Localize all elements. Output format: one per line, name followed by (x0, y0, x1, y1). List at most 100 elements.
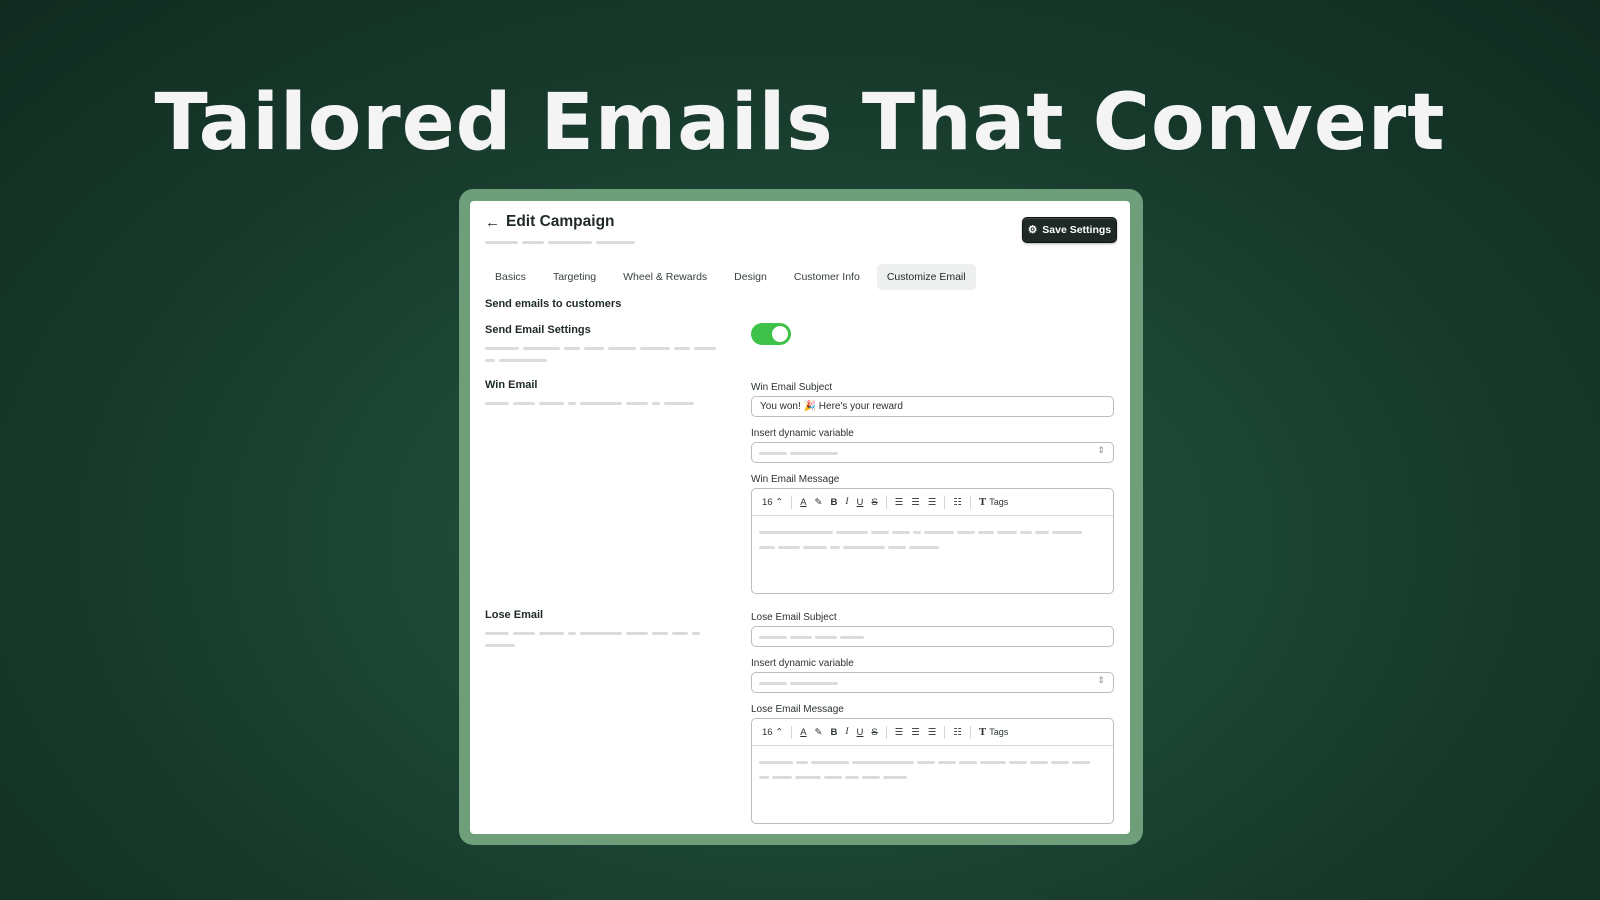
win-variable-select[interactable]: ⇕ (751, 442, 1114, 463)
placeholder-line (795, 776, 821, 779)
lose-email-heading: Lose Email (485, 609, 544, 621)
lose-message-label: Lose Email Message (751, 704, 844, 715)
bold-icon[interactable]: B (827, 727, 842, 738)
italic-icon[interactable]: I (841, 497, 852, 507)
chevron-updown-icon: ⇕ (1097, 675, 1105, 685)
placeholder-line (815, 636, 837, 639)
placeholder-line (548, 241, 592, 244)
align-left-icon[interactable]: ☰ (891, 727, 908, 738)
strikethrough-icon[interactable]: S (867, 727, 881, 738)
placeholder-line (568, 632, 576, 635)
align-right-icon[interactable]: ☰ (924, 727, 941, 738)
tab-targeting[interactable]: Targeting (543, 264, 606, 290)
placeholder-line (909, 546, 939, 549)
placeholder-line (485, 644, 515, 647)
placeholder-line (580, 632, 622, 635)
chevron-updown-icon: ⇕ (1097, 445, 1105, 455)
italic-icon[interactable]: I (841, 727, 852, 737)
win-message-label: Win Email Message (751, 474, 840, 485)
align-left-icon[interactable]: ☰ (891, 497, 908, 508)
placeholder-line (843, 546, 885, 549)
placeholder-line (790, 636, 812, 639)
placeholder-line (840, 636, 864, 639)
placeholder-line (580, 402, 622, 405)
font-size-select[interactable]: 16 ⌃ (758, 497, 787, 508)
placeholder-line (1020, 531, 1032, 534)
font-size-select[interactable]: 16 ⌃ (758, 727, 787, 738)
placeholder-line (790, 452, 838, 455)
placeholder-line (485, 241, 518, 244)
text-color-icon[interactable]: A (796, 727, 810, 738)
gear-icon: ⚙ (1027, 224, 1038, 236)
toggle-knob (772, 326, 788, 342)
placeholder-line (997, 531, 1017, 534)
bold-icon[interactable]: B (827, 497, 842, 508)
send-email-toggle[interactable] (751, 323, 791, 345)
header-row: ← Edit Campaign (485, 213, 615, 231)
placeholder-line (938, 761, 956, 764)
bullet-list-icon[interactable]: ☷ (949, 727, 966, 738)
align-center-icon[interactable]: ☰ (907, 727, 924, 738)
underline-icon[interactable]: U (853, 727, 868, 738)
placeholder-line (564, 347, 580, 350)
lose-subject-input[interactable] (751, 626, 1114, 647)
align-center-icon[interactable]: ☰ (907, 497, 924, 508)
lose-message-editor[interactable]: 16 ⌃ A ✎ B I U S ☰ ☰ ☰ ☷ T Tags (751, 718, 1114, 824)
text-type-icon: T (978, 726, 987, 738)
placeholder-line (513, 402, 535, 405)
placeholder-line (759, 682, 787, 685)
lose-variable-label: Insert dynamic variable (751, 658, 854, 669)
highlight-icon[interactable]: ✎ (811, 497, 827, 508)
arrow-left-icon[interactable]: ← (485, 214, 500, 231)
lose-variable-select[interactable]: ⇕ (751, 672, 1114, 693)
toolbar-divider (791, 725, 793, 739)
placeholder-line (539, 632, 564, 635)
placeholder-line (539, 402, 564, 405)
hero-title: Tailored Emails That Convert (154, 78, 1446, 168)
placeholder-line (1072, 761, 1090, 764)
placeholder-line (759, 531, 833, 534)
tags-button[interactable]: T Tags (975, 496, 1012, 508)
highlight-icon[interactable]: ✎ (811, 727, 827, 738)
placeholder-line (652, 402, 660, 405)
bullet-list-icon[interactable]: ☷ (949, 497, 966, 508)
underline-icon[interactable]: U (853, 497, 868, 508)
placeholder-line (485, 347, 519, 350)
tab-basics[interactable]: Basics (485, 264, 536, 290)
font-size-value: 16 (762, 726, 773, 738)
placeholder-line (692, 632, 700, 635)
lose-subject-label: Lose Email Subject (751, 612, 837, 623)
placeholder-line (862, 776, 880, 779)
placeholder-line (513, 632, 535, 635)
placeholder-line (913, 531, 921, 534)
strikethrough-icon[interactable]: S (867, 497, 881, 508)
stepper-icon: ⌃ (775, 496, 784, 508)
placeholder-line (759, 636, 787, 639)
align-right-icon[interactable]: ☰ (924, 497, 941, 508)
placeholder-line (485, 402, 509, 405)
save-settings-button[interactable]: ⚙ Save Settings (1022, 217, 1117, 243)
tags-button[interactable]: T Tags (975, 726, 1012, 738)
tags-label: Tags (989, 497, 1009, 507)
tab-bar: Basics Targeting Wheel & Rewards Design … (485, 264, 983, 290)
tab-design[interactable]: Design (724, 264, 777, 290)
placeholder-line (796, 761, 808, 764)
placeholder-line (790, 682, 838, 685)
send-email-settings-label: Send Email Settings (485, 324, 591, 336)
placeholder-line (759, 776, 769, 779)
win-subject-input[interactable]: You won! 🎉 Here's your reward (751, 396, 1114, 417)
placeholder-line (924, 531, 954, 534)
text-color-icon[interactable]: A (796, 497, 810, 508)
toolbar-divider (791, 495, 793, 509)
tab-customize-email[interactable]: Customize Email (876, 264, 976, 290)
placeholder-line (652, 632, 668, 635)
tab-wheel-rewards[interactable]: Wheel & Rewards (613, 264, 717, 290)
tab-customer-info[interactable]: Customer Info (784, 264, 870, 290)
toolbar-divider (969, 725, 971, 739)
placeholder-line (845, 776, 859, 779)
placeholder-line (917, 761, 935, 764)
placeholder-line (626, 402, 648, 405)
placeholder-line (888, 546, 906, 549)
win-message-editor[interactable]: 16 ⌃ A ✎ B I U S ☰ ☰ ☰ ☷ T Tags (751, 488, 1114, 594)
placeholder-line (1009, 761, 1027, 764)
